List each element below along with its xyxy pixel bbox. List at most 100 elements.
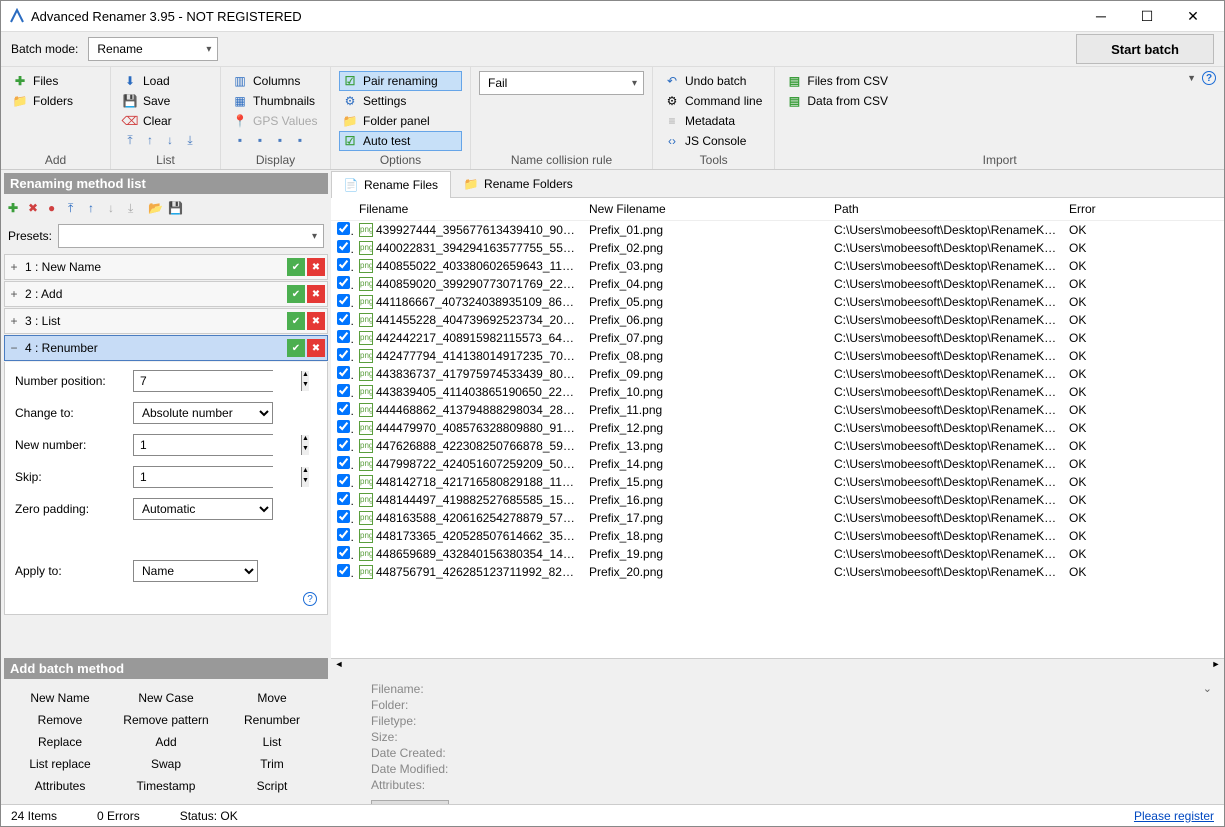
delete-icon[interactable]: ✖ [307,258,325,276]
move-up-icon[interactable]: ↑ [143,133,157,147]
apply-to-select[interactable]: Name [133,560,258,582]
row-checkbox[interactable] [337,258,350,271]
method-open-icon[interactable]: 📂 [148,201,162,215]
collision-rule-combo[interactable]: Fail [479,71,644,95]
method-rec-icon[interactable]: ● [48,201,62,215]
row-checkbox[interactable] [337,528,350,541]
delete-icon[interactable]: ✖ [307,312,325,330]
add-method-list[interactable]: List [222,733,322,751]
exiftool-button[interactable]: ExifTool... [371,800,449,804]
row-checkbox[interactable] [337,276,350,289]
row-checkbox[interactable] [337,438,350,451]
start-batch-button[interactable]: Start batch [1076,34,1214,64]
register-link[interactable]: Please register [1134,809,1214,823]
method-item-3[interactable]: +3 : List✔✖ [4,308,328,334]
add-files-button[interactable]: ✚Files [9,71,102,91]
new-number-input[interactable]: ▲▼ [133,434,273,456]
move-top-icon[interactable]: ⤒ [123,133,137,147]
table-row[interactable]: png444468862_413794888298034_2860360...P… [331,401,1224,419]
table-row[interactable]: png440859020_399290773071769_2261329...P… [331,275,1224,293]
tools-cmd-button[interactable]: ⚙Command line [661,91,766,111]
row-checkbox[interactable] [337,366,350,379]
number-position-input[interactable]: ▲▼ [133,370,273,392]
display-gps-button[interactable]: 📍GPS Values [229,111,322,131]
add-method-add[interactable]: Add [116,733,216,751]
row-checkbox[interactable] [337,330,350,343]
view-icon-2[interactable]: ▪ [253,133,267,147]
table-row[interactable]: png441455228_404739692523734_2008923...P… [331,311,1224,329]
col-filename[interactable]: Filename [353,198,583,221]
method-save-icon[interactable]: 💾 [168,201,182,215]
collapse-icon[interactable]: ⌄ [1203,682,1212,695]
add-folders-button[interactable]: 📁Folders [9,91,102,111]
batch-mode-combo[interactable]: Rename [88,37,218,61]
table-row[interactable]: png448144497_419882527685585_1559815...P… [331,491,1224,509]
method-up-icon[interactable]: ↑ [88,201,102,215]
move-down-icon[interactable]: ↓ [163,133,177,147]
tools-undo-button[interactable]: ↶Undo batch [661,71,766,91]
change-to-select[interactable]: Absolute number [133,402,273,424]
help-dropdown-icon[interactable]: ▼ [1187,73,1196,83]
add-method-new-case[interactable]: New Case [116,689,216,707]
table-row[interactable]: png440022831_394294163577755_5546572...P… [331,239,1224,257]
row-checkbox[interactable] [337,456,350,469]
presets-combo[interactable] [58,224,324,248]
maximize-button[interactable]: ☐ [1124,1,1170,31]
add-method-replace[interactable]: Replace [10,733,110,751]
display-thumbnails-button[interactable]: ▦Thumbnails [229,91,322,111]
table-row[interactable]: png443836737_417975974533439_8053835...P… [331,365,1224,383]
help-icon[interactable]: ? [1202,71,1216,85]
view-icon-1[interactable]: ▪ [233,133,247,147]
add-method-swap[interactable]: Swap [116,755,216,773]
skip-input[interactable]: ▲▼ [133,466,273,488]
table-row[interactable]: png448163588_420616254278879_5797681...P… [331,509,1224,527]
options-pair-button[interactable]: ☑Pair renaming [339,71,462,91]
method-item-4[interactable]: −4 : Renumber✔✖ [4,335,328,361]
row-checkbox[interactable] [337,294,350,307]
row-checkbox[interactable] [337,312,350,325]
row-checkbox[interactable] [337,402,350,415]
table-row[interactable]: png447626888_422308250766878_5962250...P… [331,437,1224,455]
tab-rename-folders[interactable]: 📁Rename Folders [451,170,586,197]
check-icon[interactable]: ✔ [287,258,305,276]
method-help-icon[interactable]: ? [303,592,317,606]
view-icon-3[interactable]: ▪ [273,133,287,147]
tools-js-button[interactable]: ‹›JS Console [661,131,766,151]
col-new-filename[interactable]: New Filename [583,198,828,221]
col-path[interactable]: Path [828,198,1063,221]
add-method-remove-pattern[interactable]: Remove pattern [116,711,216,729]
row-checkbox[interactable] [337,420,350,433]
col-error[interactable]: Error [1063,198,1224,221]
add-method-move[interactable]: Move [222,689,322,707]
table-row[interactable]: png444479970_408576328809880_9169047...P… [331,419,1224,437]
file-grid[interactable]: Filename New Filename Path Error png4399… [331,198,1224,658]
delete-icon[interactable]: ✖ [307,285,325,303]
zero-padding-select[interactable]: Automatic [133,498,273,520]
close-button[interactable]: ✕ [1170,1,1216,31]
list-save-button[interactable]: 💾Save [119,91,212,111]
minimize-button[interactable]: ─ [1078,1,1124,31]
display-columns-button[interactable]: ▥Columns [229,71,322,91]
row-checkbox[interactable] [337,348,350,361]
row-checkbox[interactable] [337,546,350,559]
options-folder-panel-button[interactable]: 📁Folder panel [339,111,462,131]
list-load-button[interactable]: ⬇Load [119,71,212,91]
table-row[interactable]: png448173365_420528507614662_3509165...P… [331,527,1224,545]
options-auto-test-button[interactable]: ☑Auto test [339,131,462,151]
table-row[interactable]: png442477794_414138014917235_7049308...P… [331,347,1224,365]
delete-icon[interactable]: ✖ [307,339,325,357]
table-row[interactable]: png440855022_403380602659643_1120729...P… [331,257,1224,275]
row-checkbox[interactable] [337,240,350,253]
table-row[interactable]: png439927444_395677613439410_9065853...P… [331,221,1224,240]
method-down-icon[interactable]: ↓ [108,201,122,215]
row-checkbox[interactable] [337,510,350,523]
check-icon[interactable]: ✔ [287,285,305,303]
table-row[interactable]: png443839405_411403865190650_2242416...P… [331,383,1224,401]
table-row[interactable]: png442442217_408915982115573_6441966...P… [331,329,1224,347]
check-icon[interactable]: ✔ [287,312,305,330]
row-checkbox[interactable] [337,474,350,487]
add-method-attributes[interactable]: Attributes [10,777,110,795]
add-method-renumber[interactable]: Renumber [222,711,322,729]
import-data-csv-button[interactable]: ▤Data from CSV [783,91,1216,111]
add-method-timestamp[interactable]: Timestamp [116,777,216,795]
